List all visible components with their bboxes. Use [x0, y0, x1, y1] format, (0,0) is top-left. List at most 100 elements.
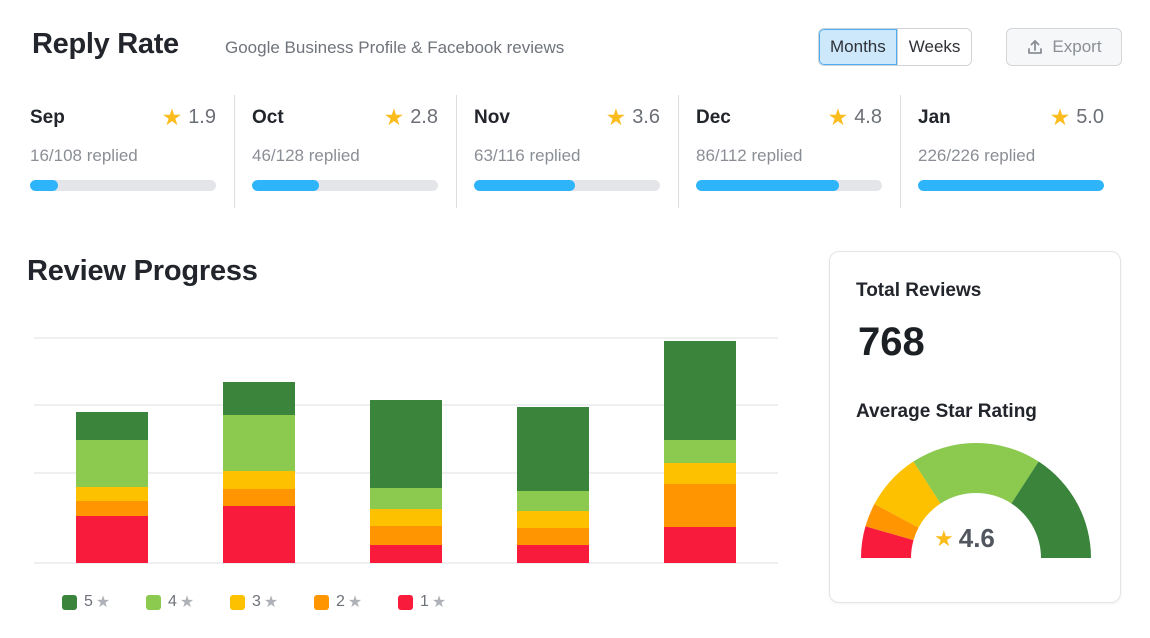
star-icon: ★ [161, 104, 183, 130]
reply-progress-bar [918, 180, 1104, 191]
month-replied: 86/112 replied [696, 146, 803, 165]
reply-progress-fill [696, 180, 839, 191]
month-rating: ★ 2.8 [384, 106, 438, 129]
legend-item-3-star: 3 ★ [230, 592, 314, 612]
legend-label: 4 [168, 593, 177, 610]
star-icon: ★ [605, 104, 627, 130]
bar-segment-3-star[interactable] [664, 463, 736, 484]
bar-segment-2-star[interactable] [370, 526, 442, 545]
month-name: Oct [252, 107, 284, 128]
month-name: Jan [918, 107, 951, 128]
star-icon: ★ [1049, 104, 1071, 130]
export-button[interactable]: Export [1006, 28, 1122, 66]
legend-item-5-star: 5 ★ [62, 592, 146, 612]
legend-item-2-star: 2 ★ [314, 592, 398, 612]
month-rating-value: 5.0 [1076, 106, 1104, 128]
bar-segment-3-star[interactable] [223, 471, 295, 489]
month-name: Sep [30, 107, 65, 128]
bar-segment-5-star[interactable] [664, 341, 736, 440]
bar-segment-2-star[interactable] [664, 484, 736, 527]
month-rating-value: 2.8 [410, 106, 438, 128]
month-replied: 63/116 replied [474, 146, 581, 165]
bar-segment-4-star[interactable] [76, 440, 148, 487]
month-card-sep: Sep ★ 1.9 16/108 replied [30, 95, 234, 208]
month-card-oct: Oct ★ 2.8 46/128 replied [234, 95, 456, 208]
reply-progress-fill [252, 180, 319, 191]
bar-segment-4-star[interactable] [223, 415, 295, 471]
month-replied: 46/128 replied [252, 146, 360, 165]
bar-segment-1-star[interactable] [370, 545, 442, 563]
page-subtitle: Google Business Profile & Facebook revie… [225, 38, 565, 57]
month-card-nov: Nov ★ 3.6 63/116 replied [456, 95, 678, 208]
star-icon: ★ [95, 594, 111, 611]
bar-segment-1-star[interactable] [76, 516, 148, 563]
reply-progress-bar [252, 180, 438, 191]
month-rating-value: 4.8 [854, 106, 882, 128]
chart-legend: 5 ★ 4 ★ 3 ★ 2 ★ 1 ★ [62, 592, 482, 612]
reply-progress-bar [696, 180, 882, 191]
reply-progress-bar [474, 180, 660, 191]
month-card-jan: Jan ★ 5.0 226/226 replied [900, 95, 1122, 208]
bar-segment-4-star[interactable] [664, 440, 736, 463]
month-rating: ★ 3.6 [606, 106, 660, 129]
bar-segment-5-star[interactable] [76, 412, 148, 440]
legend-swatch [230, 594, 245, 610]
bar-segment-3-star[interactable] [76, 487, 148, 501]
star-icon: ★ [431, 594, 447, 611]
bar-segment-2-star[interactable] [76, 501, 148, 516]
reply-progress-fill [918, 180, 1104, 191]
month-card-dec: Dec ★ 4.8 86/112 replied [678, 95, 900, 208]
reply-progress-bar [30, 180, 216, 191]
month-name: Dec [696, 107, 731, 128]
reply-progress-fill [30, 180, 58, 191]
total-reviews-value: 768 [858, 320, 925, 364]
bar-nov [370, 400, 442, 563]
bar-dec [517, 407, 589, 563]
month-rating: ★ 5.0 [1050, 106, 1104, 129]
bar-segment-1-star[interactable] [664, 527, 736, 563]
review-progress-title: Review Progress [27, 255, 258, 287]
month-replied: 226/226 replied [918, 146, 1036, 165]
bar-segment-2-star[interactable] [223, 489, 295, 506]
legend-label: 3 [252, 593, 261, 610]
star-icon: ★ [179, 594, 195, 611]
bar-segment-5-star[interactable] [370, 400, 442, 488]
legend-label: 5 [84, 593, 93, 610]
reply-progress-fill [474, 180, 576, 191]
legend-item-1-star: 1 ★ [398, 592, 482, 612]
bar-segment-1-star[interactable] [517, 545, 589, 563]
bar-segment-3-star[interactable] [370, 509, 442, 526]
page-title: Reply Rate [32, 28, 179, 60]
star-icon: ★ [827, 104, 849, 130]
month-name: Nov [474, 107, 510, 128]
month-rating: ★ 1.9 [162, 106, 216, 129]
weeks-tab[interactable]: Weeks [896, 29, 972, 65]
month-rating-value: 3.6 [632, 106, 660, 128]
star-icon: ★ [347, 594, 363, 611]
bar-segment-1-star[interactable] [223, 506, 295, 563]
legend-swatch [398, 594, 413, 610]
legend-label: 1 [420, 593, 429, 610]
total-reviews-label: Total Reviews [856, 280, 982, 301]
average-rating-number: 4.6 [958, 523, 995, 553]
bar-segment-3-star[interactable] [517, 511, 589, 528]
bar-oct [223, 382, 295, 563]
average-rating-label: Average Star Rating [856, 401, 1037, 422]
legend-label: 2 [336, 593, 345, 610]
legend-item-4-star: 4 ★ [146, 592, 230, 612]
months-tab[interactable]: Months [819, 29, 897, 65]
bar-segment-2-star[interactable] [517, 528, 589, 545]
bar-jan [664, 341, 736, 563]
month-rating-value: 1.9 [188, 106, 216, 128]
export-label: Export [1052, 37, 1102, 56]
bar-segment-4-star[interactable] [370, 488, 442, 509]
bar-segment-5-star[interactable] [223, 382, 295, 415]
bar-segment-5-star[interactable] [517, 407, 589, 491]
review-progress-chart [34, 337, 778, 564]
bar-sep [76, 412, 148, 563]
legend-swatch [62, 594, 77, 610]
month-cards: Sep ★ 1.9 16/108 replied Oct ★ 2.8 46/128 repli… [30, 95, 1122, 208]
average-rating-value: ★ 4.6 [934, 523, 995, 554]
bar-segment-4-star[interactable] [517, 491, 589, 511]
month-replied: 16/108 replied [30, 146, 138, 165]
